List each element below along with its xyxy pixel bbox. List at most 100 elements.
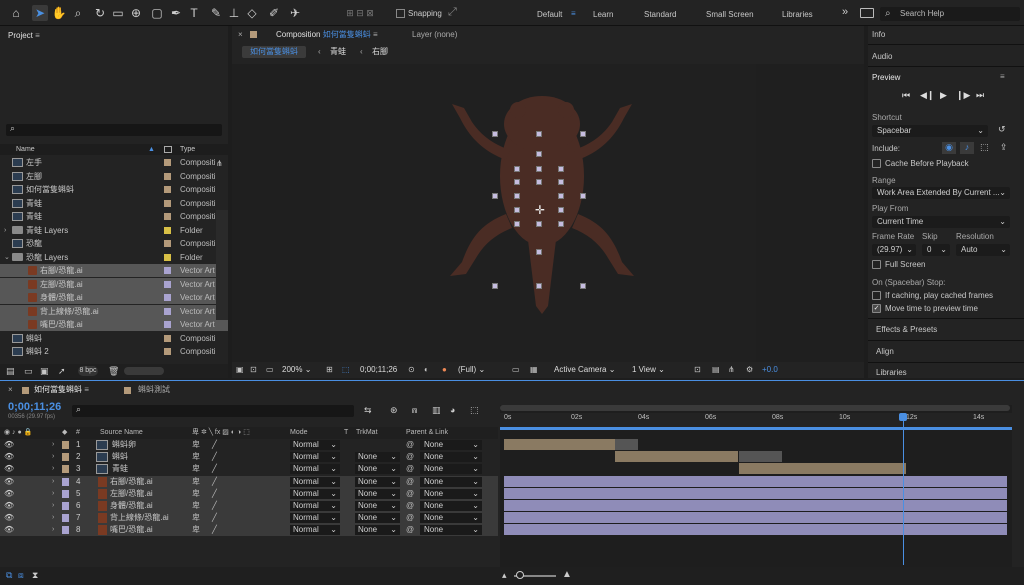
zoom-out-icon[interactable]: ▴ — [502, 570, 507, 581]
layer-tab[interactable]: Layer (none) — [412, 26, 457, 44]
layer-mode-dropdown[interactable]: Normal ⌄ — [290, 525, 340, 536]
transform-handle[interactable] — [514, 221, 520, 227]
transform-handle[interactable] — [514, 207, 520, 213]
timeline-layer-row[interactable]: 👁 › 2 蝌蚪 卑 ╱ Normal ⌄ None ⌄ @ None ⌄ — [0, 451, 498, 463]
layer-parent-dropdown[interactable]: None ⌄ — [420, 476, 482, 487]
time-navigator[interactable] — [500, 405, 1010, 411]
quality-switch-icon[interactable]: ╱ — [212, 500, 217, 512]
label-swatch[interactable] — [164, 240, 171, 247]
transform-handle[interactable] — [580, 131, 586, 137]
breadcrumb-item-2[interactable]: 右腳 — [372, 45, 388, 59]
region-of-interest-icon[interactable]: ⬚ — [342, 362, 350, 378]
timeline-layer-row[interactable]: 👁 › 1 蝌蚪卵 卑 ╱ Normal ⌄ @ None ⌄ — [0, 439, 498, 451]
color-channel-icon[interactable]: ● — [442, 362, 447, 378]
rotate-tool-icon[interactable]: ↻ — [92, 5, 108, 21]
workspace-default[interactable]: Default — [537, 10, 562, 19]
layer-mode-dropdown[interactable]: Normal ⌄ — [290, 440, 340, 450]
show-snapshot-icon[interactable]: ◐ — [424, 362, 429, 378]
label-swatch[interactable] — [164, 294, 171, 301]
shy-switch-icon[interactable]: 卑 — [192, 463, 200, 475]
pick-whip-icon[interactable]: @ — [406, 439, 414, 451]
pick-whip-icon[interactable]: @ — [406, 463, 414, 475]
transform-handle[interactable] — [558, 193, 564, 199]
workspace-standard[interactable]: Standard — [644, 10, 676, 19]
project-scrollbar[interactable] — [216, 210, 228, 320]
frame-rate-dropdown[interactable]: (29.97) ⌄ — [872, 244, 916, 256]
label-swatch[interactable] — [164, 226, 171, 234]
reset-exposure-icon[interactable]: ⚙ — [746, 362, 753, 378]
transform-handle[interactable] — [514, 166, 520, 172]
transform-handle[interactable] — [558, 207, 564, 213]
project-item[interactable]: 青蛙 Compositi — [0, 197, 228, 210]
views-dropdown[interactable]: 1 View ⌄ — [632, 362, 665, 378]
project-item[interactable]: 青蛙 Compositi — [0, 210, 228, 223]
visibility-eye-icon[interactable]: 👁 — [4, 441, 14, 449]
composition-viewer[interactable]: ✛ — [232, 64, 864, 362]
layer-duration-bar[interactable] — [504, 439, 615, 450]
transform-handle[interactable] — [514, 179, 520, 185]
transform-handle[interactable] — [492, 283, 498, 289]
label-swatch[interactable] — [164, 213, 171, 220]
new-folder-icon[interactable]: ▭ — [24, 366, 33, 377]
chevron-right-icon[interactable]: › — [52, 463, 54, 475]
timeline-search-input[interactable]: ⌕ — [72, 404, 354, 417]
clone-stamp-tool-icon[interactable]: ⊥ — [226, 5, 242, 21]
video-icon[interactable]: ◉ — [942, 142, 956, 154]
zoom-tool-icon[interactable]: ⌕ — [70, 5, 86, 21]
transform-handle[interactable] — [580, 283, 586, 289]
project-item[interactable]: 蝌蚪 2 Compositi — [0, 345, 228, 358]
layer-parent-dropdown[interactable]: None ⌄ — [420, 488, 482, 499]
mode-column-header[interactable]: Mode — [290, 427, 308, 439]
current-time-display[interactable]: 0;00;11;26 — [360, 362, 397, 378]
draft-3d-icon[interactable]: ⊛ — [390, 405, 398, 416]
layer-switches-icon[interactable]: ⧉ — [6, 570, 12, 581]
layer-mode-dropdown[interactable]: Normal ⌄ — [290, 464, 340, 475]
home-icon[interactable]: ⌂ — [8, 5, 24, 21]
shy-switch-icon[interactable]: 卑 — [192, 500, 200, 512]
shy-switch-icon[interactable]: 卑 — [192, 488, 200, 500]
shy-switch-icon[interactable]: 卑 — [192, 439, 200, 451]
vr-icon[interactable]: ⊡ — [250, 362, 257, 378]
hide-shy-icon[interactable]: ⩎ — [412, 405, 417, 416]
transform-handle[interactable] — [558, 221, 564, 227]
timeline-layer-row[interactable]: 👁 › 6 身體/恐龍.ai 卑 ╱ Normal ⌄ None ⌄ @ None ⌄ — [0, 500, 498, 512]
anchor-point-icon[interactable]: ✛ — [534, 204, 546, 216]
timeline-icon[interactable]: ▤ — [712, 362, 720, 378]
timeline-layer-row[interactable]: 👁 › 4 右腳/恐龍.ai 卑 ╱ Normal ⌄ None ⌄ @ None ⌄ — [0, 475, 498, 488]
layer-parent-dropdown[interactable]: None ⌄ — [420, 440, 482, 450]
pan-behind-tool-icon[interactable]: ⊕ — [128, 5, 144, 21]
resolution-dropdown[interactable]: Auto ⌄ — [956, 244, 1010, 256]
effects-presets-tab[interactable]: Effects & Presets — [876, 325, 937, 334]
layer-mode-dropdown[interactable]: Normal ⌄ — [290, 476, 340, 487]
parent-link-column-header[interactable]: Parent & Link — [406, 427, 448, 439]
project-item[interactable]: 背上線條/恐龍.ai Vector Art — [0, 304, 228, 318]
shy-switch-icon[interactable]: 卑 — [192, 476, 200, 488]
play-icon[interactable]: ▶ — [940, 90, 947, 101]
eraser-tool-icon[interactable]: ◇ — [244, 5, 260, 21]
transform-handle[interactable] — [536, 131, 542, 137]
new-composition-icon[interactable]: ▣ — [40, 366, 49, 377]
t-column-header[interactable]: T — [344, 427, 348, 439]
axis-mode-icons[interactable]: ⊞ ⊟ ⊠ — [340, 5, 380, 21]
transform-handle[interactable] — [492, 131, 498, 137]
chevron-right-icon[interactable]: › — [4, 224, 6, 237]
layer-duration-bar[interactable] — [504, 500, 1007, 511]
sync-settings-icon[interactable] — [860, 8, 874, 18]
layer-label-swatch[interactable] — [62, 489, 69, 498]
preview-menu-icon[interactable]: ≡ — [1000, 72, 1005, 81]
quality-switch-icon[interactable]: ╱ — [212, 476, 217, 488]
rectangle-tool-icon[interactable]: ▢ — [149, 5, 165, 21]
transparency-grid-icon[interactable]: ▦ — [530, 362, 538, 378]
previous-frame-icon[interactable]: ◀❙ — [920, 90, 934, 101]
source-name-column-header[interactable]: Source Name — [100, 427, 143, 439]
skip-dropdown[interactable]: 0 ⌄ — [922, 244, 950, 256]
playhead[interactable] — [902, 413, 904, 565]
workspace-libraries[interactable]: Libraries — [782, 10, 813, 19]
preview-panel-tab[interactable]: Preview — [872, 73, 900, 82]
layer-label-swatch[interactable] — [62, 514, 69, 523]
layer-duration-bar[interactable] — [504, 512, 1007, 524]
chevron-right-icon[interactable]: › — [52, 488, 54, 500]
more-workspaces-icon[interactable]: » — [842, 6, 848, 18]
layer-mode-dropdown[interactable]: Normal ⌄ — [290, 452, 340, 463]
transform-handle[interactable] — [558, 166, 564, 172]
